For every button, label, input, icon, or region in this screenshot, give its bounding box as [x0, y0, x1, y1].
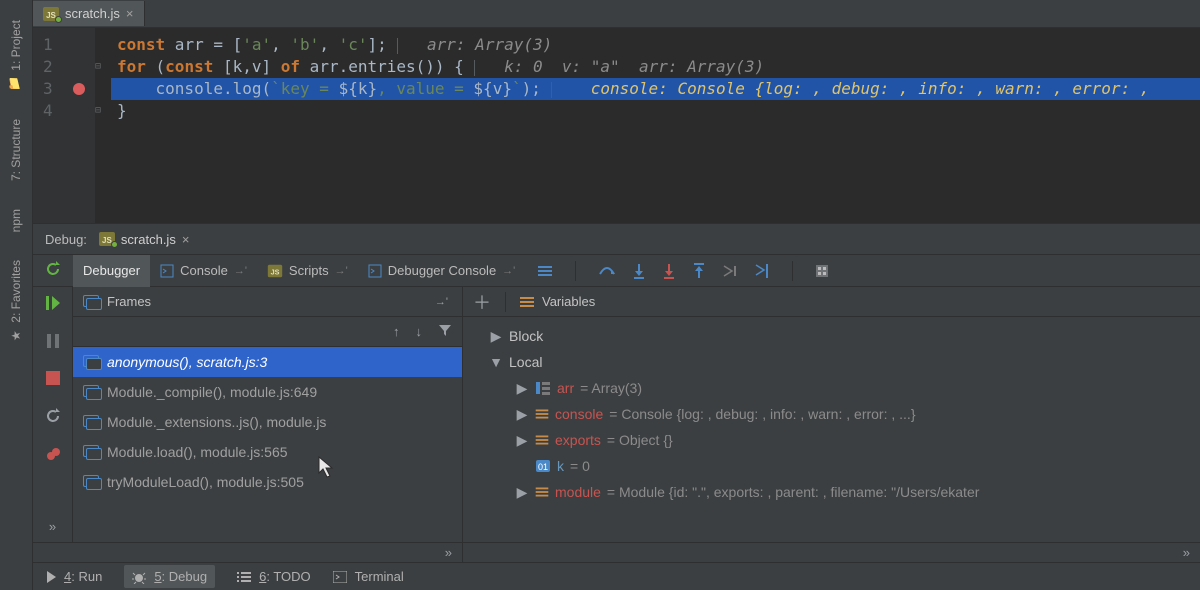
editor-gutter[interactable]: 1 2 3 4: [33, 28, 95, 223]
add-watch-icon[interactable]: ＋: [473, 289, 491, 315]
debug-title-label: Debug:: [45, 232, 87, 247]
frame-item[interactable]: Module.load(), module.js:565: [73, 437, 462, 467]
status-bar: 4: Run 5: Debug 6: TODO Terminal: [33, 562, 1200, 590]
frames-header: Frames →': [73, 287, 462, 317]
code-area[interactable]: const arr = ['a', 'b', 'c']; arr: Array(…: [111, 28, 1200, 223]
editor-tab-scratch[interactable]: JS scratch.js ×: [33, 1, 145, 26]
code-editor[interactable]: 1 2 3 4 ⊟ ⊟ const arr = ['a', 'b', 'c'];…: [33, 28, 1200, 223]
pause-icon[interactable]: [47, 334, 59, 351]
frame-icon: [83, 355, 99, 369]
editor-tabbar: JS scratch.js ×: [33, 0, 1200, 28]
next-frame-icon[interactable]: ↓: [416, 324, 423, 339]
line-number: 2: [33, 56, 95, 78]
variables-header: ＋ Variables: [463, 287, 1200, 317]
show-execution-point-icon[interactable]: [537, 264, 553, 278]
variables-icon: [520, 297, 534, 307]
tab-debugger[interactable]: Debugger: [73, 255, 150, 287]
bug-icon: [132, 570, 146, 584]
status-debug[interactable]: 5: Debug: [124, 565, 215, 588]
variables-tree[interactable]: ▶Block ▼Local ▶ arr = Array(3) ▶console …: [463, 317, 1200, 542]
step-into-icon[interactable]: [632, 263, 646, 279]
filter-icon[interactable]: [438, 323, 452, 340]
frame-item[interactable]: Module._extensions..js(), module.js: [73, 407, 462, 437]
drop-frame-icon[interactable]: [722, 264, 738, 278]
debug-toolbar: Debugger Console →' JS Scripts →' Debugg…: [33, 255, 1200, 287]
editor-tab-label: scratch.js: [65, 6, 120, 21]
line-number: 1: [33, 34, 95, 56]
toolwindow-npm[interactable]: npm: [9, 209, 23, 232]
resume-icon[interactable]: [46, 295, 60, 314]
debug-panel-title: Debug: JS scratch.js ×: [33, 223, 1200, 255]
tab-debugger-console[interactable]: Debugger Console →': [358, 255, 526, 287]
frames-icon: [83, 295, 99, 309]
frames-toolbar: ↑ ↓: [73, 317, 462, 347]
view-breakpoints-icon[interactable]: [46, 447, 60, 464]
variables-pane: ＋ Variables ▶Block ▼Local ▶ arr = Array(…: [463, 287, 1200, 542]
frame-item[interactable]: anonymous(), scratch.js:3: [73, 347, 462, 377]
toolwindow-structure[interactable]: 7: Structure: [9, 119, 23, 181]
svg-text:01: 01: [538, 462, 548, 472]
variables-more-icon[interactable]: »: [1183, 545, 1190, 560]
evaluate-expression-icon[interactable]: [815, 264, 829, 278]
prev-frame-icon[interactable]: ↑: [393, 324, 400, 339]
status-run[interactable]: 4: Run: [47, 569, 102, 584]
debug-side-actions: »: [33, 287, 73, 542]
line-number: 4: [33, 100, 95, 122]
frame-icon: [83, 475, 99, 489]
breakpoint-icon[interactable]: [73, 83, 85, 95]
nodejs-icon: JS: [99, 232, 115, 246]
run-to-cursor-icon[interactable]: [754, 263, 770, 279]
js-file-icon: JS: [268, 264, 282, 277]
frame-list[interactable]: anonymous(), scratch.js:3 Module._compil…: [73, 347, 462, 542]
close-icon[interactable]: ×: [182, 232, 190, 247]
more-icon[interactable]: »: [49, 519, 56, 534]
restart-icon[interactable]: [45, 408, 61, 427]
status-todo[interactable]: 6: TODO: [237, 569, 311, 584]
line-number-breakpoint: 3: [33, 78, 95, 100]
close-icon[interactable]: ×: [126, 6, 134, 21]
frames-more-icon[interactable]: »: [445, 545, 452, 560]
frame-icon: [83, 445, 99, 459]
debug-run-config[interactable]: JS scratch.js ×: [99, 232, 190, 247]
status-terminal[interactable]: Terminal: [333, 569, 404, 584]
force-step-into-icon[interactable]: [662, 263, 676, 279]
editor-fold-gutter: ⊟ ⊟: [95, 28, 111, 223]
toolwindow-favorites[interactable]: ★ 2: Favorites: [9, 260, 23, 343]
js-file-icon: JS: [43, 7, 59, 21]
frames-pane: Frames →' ↑ ↓ anonymous(), scratch.js:3 …: [73, 287, 463, 542]
stop-icon[interactable]: [46, 371, 60, 388]
main-column: JS scratch.js × 1 2 3 4 ⊟ ⊟ const arr = …: [33, 0, 1200, 590]
step-over-icon[interactable]: [598, 264, 616, 278]
step-out-icon[interactable]: [692, 263, 706, 279]
debug-body: » Frames →' ↑ ↓ anonymous(), scratch.js:: [33, 287, 1200, 542]
frame-item[interactable]: Module._compile(), module.js:649: [73, 377, 462, 407]
tab-scripts[interactable]: JS Scripts →': [257, 255, 358, 287]
toolwindow-project[interactable]: 📁 1: Project: [9, 20, 23, 91]
frame-icon: [83, 415, 99, 429]
frame-item[interactable]: tryModuleLoad(), module.js:505: [73, 467, 462, 497]
rerun-icon[interactable]: [45, 261, 61, 280]
frame-icon: [83, 385, 99, 399]
tab-console[interactable]: Console →': [150, 255, 257, 287]
left-toolwindow-gutter: 📁 1: Project 7: Structure npm ★ 2: Favor…: [0, 0, 33, 590]
